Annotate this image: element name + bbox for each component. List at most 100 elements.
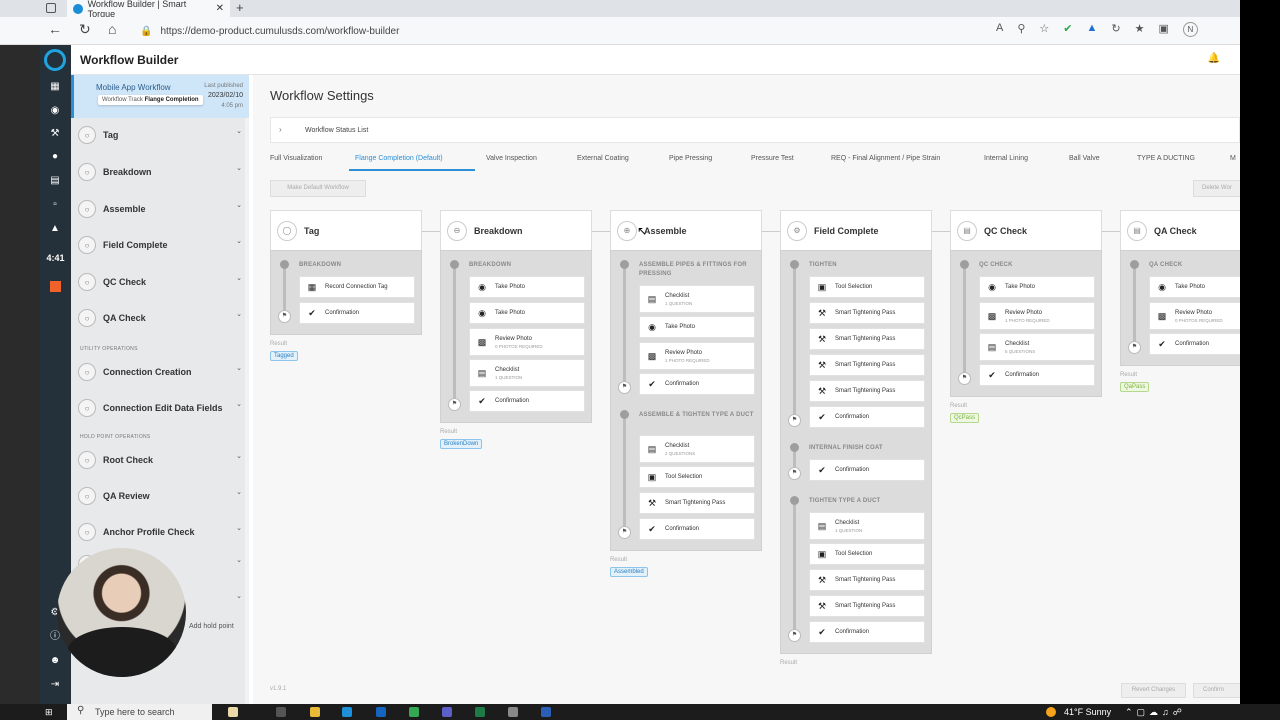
active-workflow-card[interactable]: Mobile App Workflow Last published 2023/… xyxy=(71,75,249,118)
sidebar-item[interactable]: ○ Root Check ⌄ xyxy=(71,443,249,477)
close-tab-icon[interactable]: ✕ xyxy=(216,3,224,14)
workflow-status-list[interactable]: › Workflow Status List xyxy=(270,117,1240,143)
tab-2[interactable]: Valve Inspection xyxy=(486,155,537,162)
step-card[interactable]: ⚒ Smart Tightening Pass xyxy=(809,328,925,350)
step-card[interactable]: ▤ Checklist 2 QUESTIONS xyxy=(639,435,755,463)
delete-workflow-button[interactable]: Delete Wor xyxy=(1193,180,1240,197)
edge-icon[interactable] xyxy=(342,707,352,717)
step-card[interactable]: ▦ Record Connection Tag xyxy=(299,276,415,298)
step-card[interactable]: ✔ Confirmation xyxy=(809,621,925,643)
tab-6[interactable]: REQ - Final Alignment / Pipe Strain xyxy=(831,155,940,162)
user-icon[interactable]: ☻ xyxy=(49,655,61,667)
favorite-add-icon[interactable]: ☆ xyxy=(1039,22,1049,37)
revert-changes-button[interactable]: Revert Changes xyxy=(1121,683,1186,698)
taskbar-app-widget-icon[interactable] xyxy=(228,707,238,717)
read-aloud-icon[interactable]: A xyxy=(996,22,1003,37)
snipping-tool-icon[interactable] xyxy=(508,707,518,717)
step-card[interactable]: ◉ Take Photo xyxy=(469,302,585,324)
step-card[interactable]: ▩ Review Photo 1 PHOTO REQUIRED xyxy=(639,342,755,370)
chevron-down-icon[interactable]: ⌄ xyxy=(236,201,242,209)
home-icon[interactable]: ⌂ xyxy=(108,21,116,37)
step-card[interactable]: ▣ Tool Selection xyxy=(809,276,925,298)
favorites-icon[interactable]: ★ xyxy=(1135,22,1145,37)
target-icon[interactable]: ◉ xyxy=(49,105,61,117)
chevron-down-icon[interactable]: ⌄ xyxy=(236,592,242,600)
new-tab-button[interactable]: + xyxy=(236,0,244,15)
step-card[interactable]: ✔ Confirmation xyxy=(469,390,585,412)
step-card[interactable]: ✔ Confirmation xyxy=(299,302,415,324)
chevron-down-icon[interactable]: ⌄ xyxy=(236,364,242,372)
windows-start-icon[interactable]: ⊞ xyxy=(45,707,55,717)
sidebar-item[interactable]: ○ QC Check ⌄ xyxy=(71,265,249,299)
stage-column-header[interactable]: ▤ QA Check xyxy=(1120,210,1240,250)
stage-column-header[interactable]: ▤ QC Check xyxy=(950,210,1102,250)
step-card[interactable]: ✔ Confirmation xyxy=(1149,333,1240,355)
clipboard-icon[interactable]: ▫ xyxy=(49,199,61,211)
sync-icon[interactable]: ↻ xyxy=(1111,22,1120,37)
tab-9[interactable]: TYPE A DUCTING xyxy=(1137,155,1195,162)
step-card[interactable]: ⚒ Smart Tightening Pass xyxy=(809,569,925,591)
step-card[interactable]: ▩ Review Photo 1 PHOTO REQUIRED xyxy=(979,302,1095,330)
excel-icon[interactable] xyxy=(475,707,485,717)
step-card[interactable]: ⚒ Smart Tightening Pass xyxy=(809,302,925,324)
step-card[interactable]: ▤ Checklist 1 QUESTION xyxy=(809,512,925,540)
step-card[interactable]: ▩ Review Photo 0 PHOTOS REQUIRED xyxy=(1149,302,1240,330)
stage-column-header[interactable]: ⊖ Breakdown xyxy=(440,210,592,250)
sidebar-item[interactable]: ○ Field Complete ⌄ xyxy=(71,228,249,262)
tab-1[interactable]: Flange Completion (Default) xyxy=(355,155,443,162)
file-explorer-icon[interactable] xyxy=(310,707,320,717)
step-card[interactable]: ✔ Confirmation xyxy=(639,373,755,395)
task-view-icon[interactable] xyxy=(276,707,286,717)
tab-7[interactable]: Internal Lining xyxy=(984,155,1028,162)
chevron-down-icon[interactable]: ⌄ xyxy=(236,164,242,172)
step-card[interactable]: ◉ Take Photo xyxy=(1149,276,1240,298)
step-card[interactable]: ▣ Tool Selection xyxy=(639,466,755,488)
sidebar-item[interactable]: ○ Connection Edit Data Fields ⌄ xyxy=(71,391,249,425)
step-card[interactable]: ✔ Confirmation xyxy=(809,459,925,481)
url-field[interactable]: 🔒 https://demo-product.cumulusds.com/wor… xyxy=(140,20,980,42)
tab-10[interactable]: M xyxy=(1230,155,1236,162)
location-icon[interactable]: ● xyxy=(49,151,61,163)
extension-drop-icon[interactable]: ▲ xyxy=(1087,22,1098,37)
chevron-down-icon[interactable]: ⌄ xyxy=(236,452,242,460)
step-card[interactable]: ⚒ Smart Tightening Pass xyxy=(809,354,925,376)
profile-avatar[interactable]: N xyxy=(1182,22,1198,37)
step-card[interactable]: ▤ Checklist 1 QUESTION xyxy=(639,285,755,313)
logout-icon[interactable]: ⇥ xyxy=(49,679,61,691)
system-tray-icons[interactable]: ⌃▢☁♫☍ xyxy=(1125,707,1186,718)
stage-column-header[interactable]: ⊕ Assemble xyxy=(610,210,762,250)
step-card[interactable]: ⚒ Smart Tightening Pass xyxy=(639,492,755,514)
step-card[interactable]: ✔ Confirmation xyxy=(639,518,755,540)
chevron-down-icon[interactable]: ⌄ xyxy=(236,310,242,318)
chevron-down-icon[interactable]: ⌄ xyxy=(236,274,242,282)
tab-8[interactable]: Ball Valve xyxy=(1069,155,1100,162)
add-hold-point-link[interactable]: Add hold point xyxy=(189,623,234,630)
window-menu-icon[interactable] xyxy=(46,3,56,13)
sidebar-item[interactable]: ○ QA Review ⌄ xyxy=(71,479,249,513)
dashboard-icon[interactable]: ▦ xyxy=(49,81,61,93)
app-logo-icon[interactable] xyxy=(44,49,66,71)
step-card[interactable]: ✔ Confirmation xyxy=(809,406,925,428)
step-card[interactable]: ✔ Confirmation xyxy=(979,364,1095,386)
sidebar-item[interactable]: ○ QA Check ⌄ xyxy=(71,301,249,335)
zoom-icon[interactable]: ⚲ xyxy=(1017,22,1025,37)
sidebar-item[interactable]: ○ Breakdown ⌄ xyxy=(71,155,249,189)
stage-column-header[interactable]: ◯ Tag xyxy=(270,210,422,250)
chevron-down-icon[interactable]: ⌄ xyxy=(236,127,242,135)
back-icon[interactable]: ← xyxy=(48,21,62,37)
chevron-down-icon[interactable]: ⌄ xyxy=(236,237,242,245)
step-card[interactable]: ▤ Checklist 1 QUESTION xyxy=(469,359,585,387)
step-card[interactable]: ◉ Take Photo xyxy=(639,316,755,338)
sidebar-item[interactable]: ○ Tag ⌄ xyxy=(71,118,249,152)
tab-4[interactable]: Pipe Pressing xyxy=(669,155,712,162)
step-card[interactable]: ⚒ Smart Tightening Pass xyxy=(809,595,925,617)
notification-bell-icon[interactable]: 🔔 xyxy=(1208,53,1220,64)
chevron-down-icon[interactable]: ⌄ xyxy=(236,556,242,564)
step-card[interactable]: ◉ Take Photo xyxy=(979,276,1095,298)
office-app-icon[interactable] xyxy=(50,281,61,292)
step-card[interactable]: ⚒ Smart Tightening Pass xyxy=(809,380,925,402)
tab-5[interactable]: Pressure Test xyxy=(751,155,794,162)
step-card[interactable]: ◉ Take Photo xyxy=(469,276,585,298)
browser-tab[interactable]: Workflow Builder | Smart Torque ✕ xyxy=(67,0,230,19)
sidebar-item[interactable]: ○ Connection Creation ⌄ xyxy=(71,355,249,389)
